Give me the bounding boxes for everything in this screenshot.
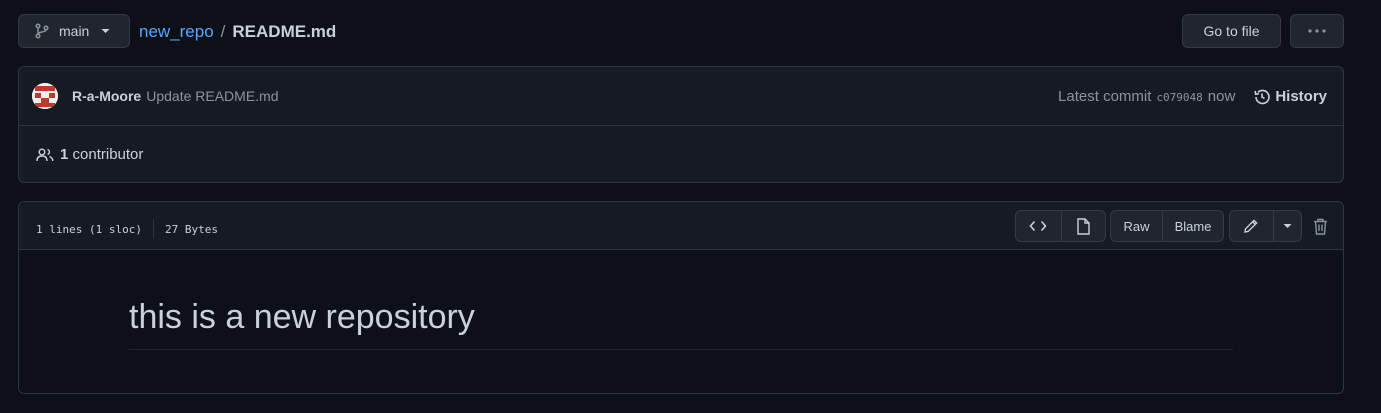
edit-options-dropdown[interactable]: [1272, 211, 1301, 241]
latest-commit-label: Latest commit: [1058, 88, 1152, 105]
git-branch-icon: [35, 23, 49, 39]
commit-author-link[interactable]: R-a-Moore: [72, 88, 141, 104]
contributor-label: contributor: [72, 146, 144, 163]
history-link[interactable]: History: [1253, 88, 1327, 106]
file-icon: [1077, 217, 1090, 235]
breadcrumb-separator: /: [220, 22, 226, 41]
raw-button[interactable]: Raw: [1111, 211, 1162, 241]
commit-message-link[interactable]: Update README.md: [146, 88, 278, 104]
trash-icon: [1313, 218, 1328, 235]
branch-name: main: [59, 23, 90, 39]
chevron-down-icon: [1283, 223, 1292, 229]
more-horizontal-icon: [1308, 29, 1326, 33]
delete-file-button[interactable]: [1310, 216, 1330, 236]
breadcrumb-file-name: README.md: [232, 22, 337, 41]
file-info: 1 lines (1 sloc) 27 Bytes: [36, 219, 218, 239]
info-divider: [152, 219, 154, 239]
contributor-count: 1: [60, 146, 69, 163]
go-to-file-label: Go to file: [1203, 23, 1260, 39]
contributors-link[interactable]: 1 contributor: [36, 146, 143, 163]
raw-blame-group: Raw Blame: [1110, 210, 1224, 242]
breadcrumb: new_repo / README.md: [139, 22, 336, 42]
branch-selector-button[interactable]: main: [18, 14, 130, 48]
go-to-file-button[interactable]: Go to file: [1182, 14, 1281, 48]
history-icon: [1253, 88, 1271, 106]
view-toggle-group: [1015, 210, 1106, 242]
pencil-icon: [1243, 218, 1259, 234]
file-size: 27 Bytes: [164, 222, 218, 236]
blame-button[interactable]: Blame: [1162, 211, 1223, 241]
edit-file-button[interactable]: [1230, 211, 1273, 241]
latest-commit-row: R-a-Moore Update README.md Latest commit…: [19, 67, 1343, 126]
history-label: History: [1275, 88, 1327, 105]
code-view-button[interactable]: [1016, 211, 1061, 241]
breadcrumb-repo-link[interactable]: new_repo: [139, 22, 214, 42]
commit-meta: Latest commit c079048 now History: [1058, 67, 1327, 126]
chevron-down-icon: [101, 28, 110, 34]
file-line-count: 1 lines (1 sloc): [36, 222, 142, 236]
more-options-button[interactable]: [1290, 14, 1344, 48]
edit-group: [1229, 210, 1302, 242]
avatar[interactable]: [32, 83, 58, 109]
file-header: 1 lines (1 sloc) 27 Bytes Raw Blame: [19, 202, 1343, 250]
readme-heading: this is a new repository: [129, 298, 1233, 350]
file-viewer: 1 lines (1 sloc) 27 Bytes Raw Blame this…: [18, 201, 1344, 394]
file-view-button[interactable]: [1060, 211, 1106, 241]
commit-time: now: [1207, 88, 1236, 105]
people-icon: [36, 148, 54, 162]
commit-sha-link[interactable]: c079048: [1156, 91, 1202, 104]
commit-box: R-a-Moore Update README.md Latest commit…: [18, 66, 1344, 183]
code-icon: [1029, 220, 1047, 232]
